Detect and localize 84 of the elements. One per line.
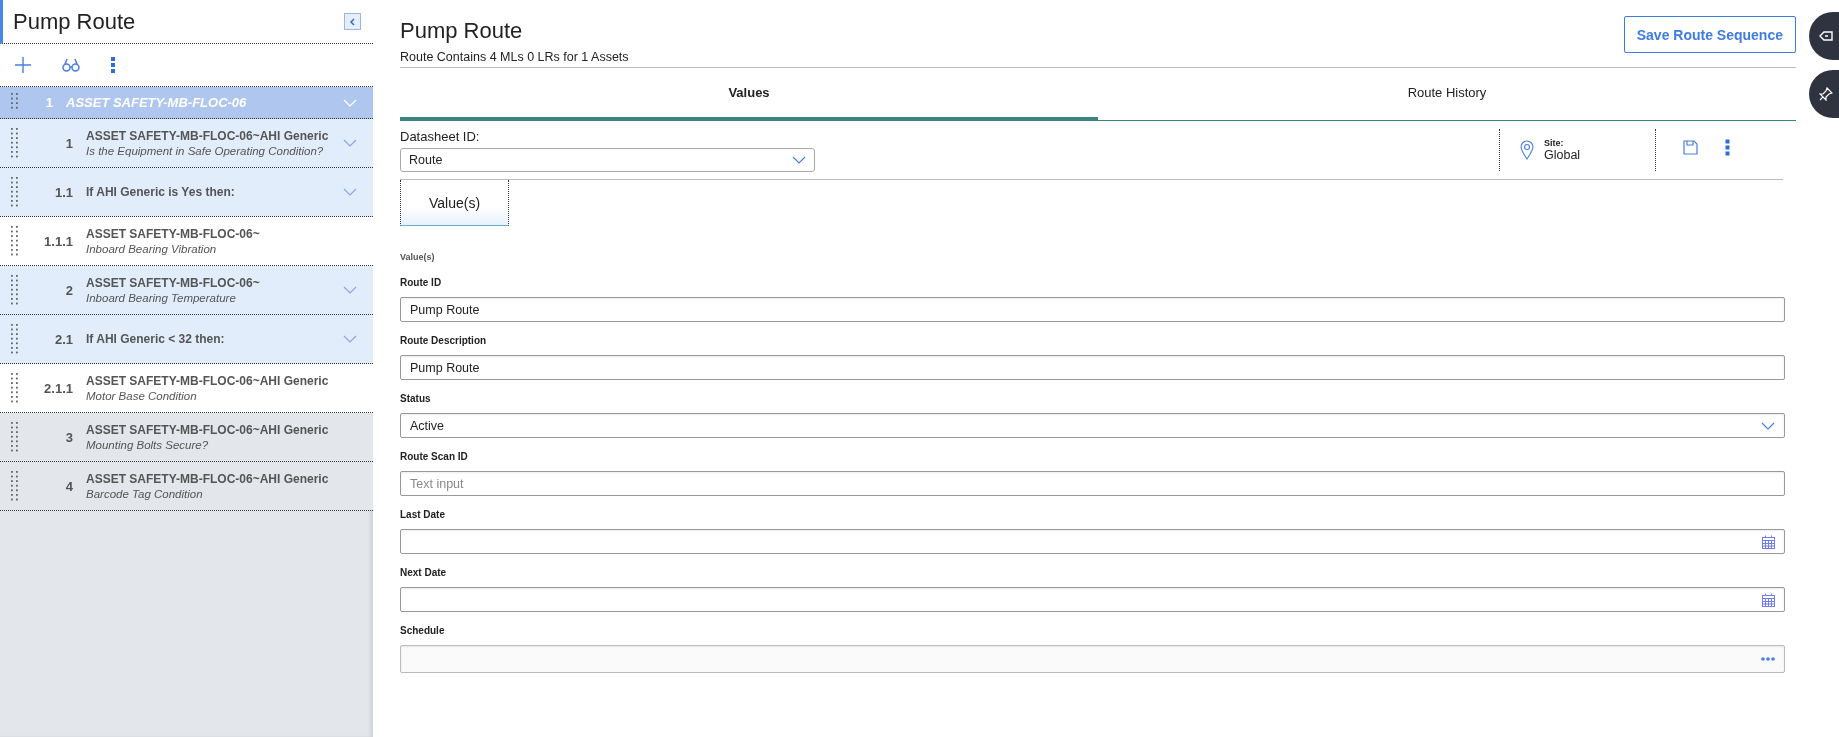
route-tree-item[interactable]: 2 ASSET SAFETY-MB-FLOC-06~ Inboard Bearing Temperature bbox=[0, 266, 373, 315]
text-field[interactable]: Text input bbox=[400, 471, 1785, 496]
collapse-panel-icon[interactable] bbox=[344, 13, 361, 30]
field-label: Next Date bbox=[400, 567, 448, 578]
more-options-icon[interactable] bbox=[1761, 657, 1775, 661]
schedule-field[interactable] bbox=[400, 645, 1785, 673]
drag-handle-icon[interactable] bbox=[11, 225, 19, 257]
tab[interactable]: Values bbox=[400, 68, 1098, 121]
asset-title: ASSET SAFETY-MB-FLOC-06 bbox=[66, 95, 248, 110]
item-title: ASSET SAFETY-MB-FLOC-06~AHI Generic bbox=[86, 129, 330, 143]
field-label: Status bbox=[400, 393, 432, 404]
field-label: Schedule bbox=[400, 625, 446, 636]
calendar-icon[interactable] bbox=[1762, 534, 1775, 549]
item-subtitle: Inboard Bearing Vibration bbox=[86, 243, 218, 255]
save-icon[interactable] bbox=[1683, 139, 1698, 155]
item-subtitle: Barcode Tag Condition bbox=[86, 488, 204, 500]
add-icon[interactable] bbox=[14, 56, 32, 74]
chevron-icon[interactable] bbox=[343, 139, 357, 147]
item-number: 1.1.1 bbox=[43, 233, 73, 249]
drag-handle-icon[interactable] bbox=[11, 274, 19, 306]
item-subtitle: Mounting Bolts Secure? bbox=[86, 439, 210, 451]
field-label: Route Scan ID bbox=[400, 451, 469, 462]
drag-handle-icon[interactable] bbox=[11, 470, 19, 502]
calendar-icon[interactable] bbox=[1762, 592, 1775, 607]
condition-title: If AHI Generic is Yes then: bbox=[86, 185, 236, 199]
item-title: ASSET SAFETY-MB-FLOC-06~ bbox=[86, 276, 261, 290]
route-tree-item[interactable]: 1.1.1 ASSET SAFETY-MB-FLOC-06~ Inboard Bearing Vibration bbox=[0, 217, 373, 266]
item-number: 1.1 bbox=[53, 184, 73, 200]
chevron-icon[interactable] bbox=[343, 188, 357, 196]
route-summary: Route Contains 4 MLs 0 LRs for 1 Assets bbox=[400, 50, 629, 64]
condition-title: If AHI Generic < 32 then: bbox=[86, 332, 226, 346]
more-options-icon[interactable] bbox=[110, 56, 116, 74]
route-tree-item[interactable]: 4 ASSET SAFETY-MB-FLOC-06~AHI Generic Barcode Tag Condition bbox=[0, 462, 373, 511]
item-number: 1 bbox=[44, 95, 53, 110]
pin-icon[interactable] bbox=[1809, 70, 1839, 118]
item-number: 3 bbox=[64, 429, 73, 445]
route-tree-item[interactable]: 2.1.1 ASSET SAFETY-MB-FLOC-06~AHI Generic Motor Base Condition bbox=[0, 364, 373, 413]
section-tab[interactable]: Value(s) bbox=[400, 180, 509, 226]
chevron-icon[interactable] bbox=[343, 286, 357, 294]
date-field[interactable] bbox=[400, 587, 1785, 612]
drag-handle-icon[interactable] bbox=[11, 127, 19, 159]
drag-handle-icon[interactable] bbox=[11, 421, 19, 453]
drag-handle-icon[interactable] bbox=[11, 176, 19, 208]
field-label: Route ID bbox=[400, 277, 443, 288]
field-label: Route Description bbox=[400, 335, 488, 346]
sidebar-title: Pump Route bbox=[13, 8, 136, 35]
tag-icon[interactable] bbox=[1809, 12, 1839, 60]
more-options-icon[interactable] bbox=[1725, 138, 1730, 156]
item-number: 2.1.1 bbox=[43, 380, 73, 396]
route-tree-item[interactable]: 1 ASSET SAFETY-MB-FLOC-06~AHI Generic Is the Equipment in Safe Operating Condition? bbox=[0, 119, 373, 168]
item-number: 4 bbox=[64, 478, 73, 494]
page-title: Pump Route bbox=[400, 18, 524, 44]
item-title: ASSET SAFETY-MB-FLOC-06~AHI Generic bbox=[86, 423, 330, 437]
chevron-down-icon bbox=[792, 155, 806, 164]
item-subtitle: Inboard Bearing Temperature bbox=[86, 292, 237, 304]
datasheet-label: Datasheet ID: bbox=[400, 128, 481, 144]
item-title: ASSET SAFETY-MB-FLOC-06~AHI Generic bbox=[86, 472, 330, 486]
binoculars-icon[interactable] bbox=[62, 58, 80, 72]
field-label: Last Date bbox=[400, 509, 446, 520]
item-subtitle: Motor Base Condition bbox=[86, 390, 198, 402]
route-tree-item[interactable]: 3 ASSET SAFETY-MB-FLOC-06~AHI Generic Mounting Bolts Secure? bbox=[0, 413, 373, 462]
item-subtitle: Is the Equipment in Safe Operating Condition? bbox=[86, 145, 325, 157]
text-field[interactable]: Pump Route bbox=[400, 297, 1785, 322]
location-pin-icon bbox=[1520, 140, 1534, 160]
date-field[interactable] bbox=[400, 529, 1785, 554]
text-field[interactable]: Pump Route bbox=[400, 355, 1785, 380]
drag-handle-icon[interactable] bbox=[11, 372, 19, 404]
route-tree-item[interactable]: 1.1 If AHI Generic is Yes then: bbox=[0, 168, 373, 217]
item-title: ASSET SAFETY-MB-FLOC-06~ bbox=[86, 227, 261, 241]
chevron-icon[interactable] bbox=[343, 335, 357, 343]
save-route-sequence-button[interactable]: Save Route Sequence bbox=[1623, 16, 1796, 53]
status-dropdown[interactable]: Active bbox=[400, 413, 1785, 438]
item-number: 2 bbox=[64, 282, 73, 298]
section-title: Value(s) bbox=[400, 252, 436, 262]
item-title: ASSET SAFETY-MB-FLOC-06~AHI Generic bbox=[86, 374, 330, 388]
tab[interactable]: Route History bbox=[1098, 68, 1796, 121]
item-number: 1 bbox=[64, 135, 73, 151]
route-tree-item[interactable]: 2.1 If AHI Generic < 32 then: bbox=[0, 315, 373, 364]
datasheet-dropdown[interactable]: Route bbox=[400, 147, 815, 172]
chevron-down-icon bbox=[1761, 421, 1775, 430]
site-value: Global bbox=[1544, 148, 1581, 162]
site-label: Site: bbox=[1544, 138, 1565, 148]
drag-handle-icon[interactable] bbox=[11, 323, 19, 355]
item-number: 2.1 bbox=[53, 331, 73, 347]
